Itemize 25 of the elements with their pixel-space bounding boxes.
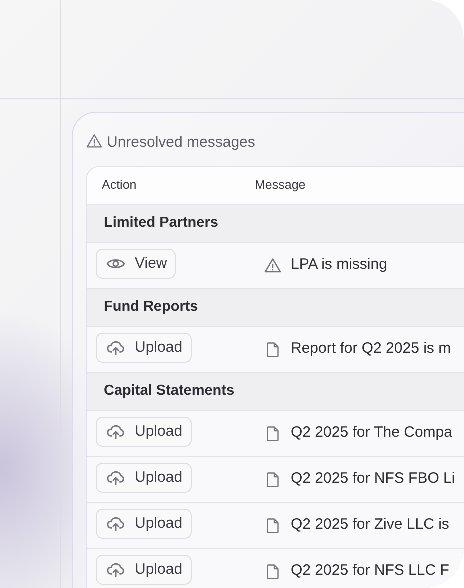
document-icon bbox=[264, 470, 282, 488]
document-icon bbox=[264, 340, 282, 358]
message-text: Q2 2025 for The Compa bbox=[291, 423, 452, 444]
column-header: Message bbox=[255, 178, 306, 192]
message-text: LPA is missing bbox=[291, 255, 388, 276]
group-heading: Fund Reports bbox=[104, 298, 198, 317]
upload-button[interactable]: Upload bbox=[96, 509, 192, 539]
document-icon bbox=[264, 424, 282, 442]
warning-icon bbox=[86, 133, 103, 150]
group-heading: Limited Partners bbox=[104, 214, 218, 233]
group-heading: Capital Statements bbox=[104, 382, 235, 401]
upload-button[interactable]: Upload bbox=[96, 417, 192, 447]
upload-button[interactable]: Upload bbox=[96, 333, 192, 363]
document-icon bbox=[264, 562, 282, 580]
message-text: Q2 2025 for Zive LLC is bbox=[291, 515, 450, 536]
document-icon bbox=[264, 516, 282, 534]
message-text: Q2 2025 for NFS FBO Li bbox=[291, 469, 456, 490]
upload-button[interactable]: Upload bbox=[96, 555, 192, 585]
view-button[interactable]: View bbox=[96, 249, 176, 279]
upload-button[interactable]: Upload bbox=[96, 463, 192, 493]
message-text: Report for Q2 2025 is m bbox=[291, 339, 452, 360]
message-text: Q2 2025 for NFS LLC F bbox=[291, 561, 450, 582]
warning-icon bbox=[264, 256, 282, 274]
column-header: Action bbox=[102, 178, 137, 192]
panel-title: Unresolved messages bbox=[107, 134, 256, 151]
